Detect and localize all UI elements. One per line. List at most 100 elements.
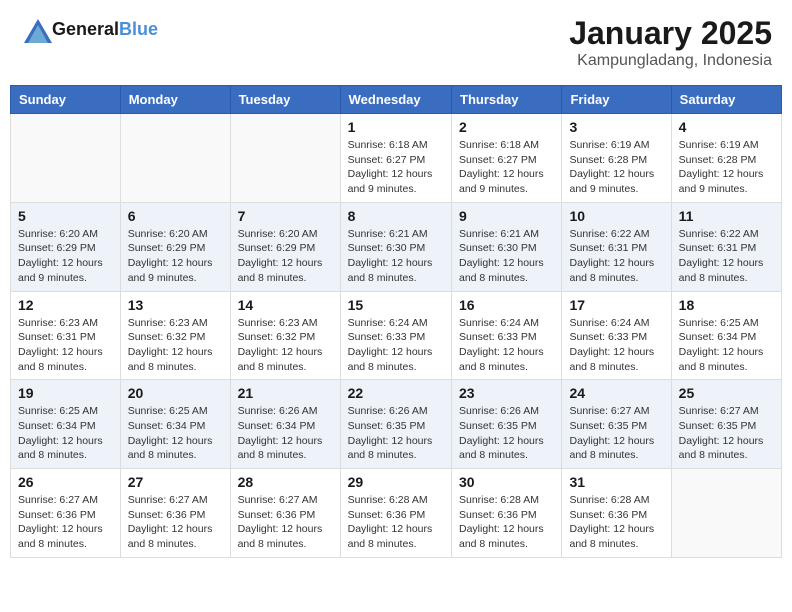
table-row: 15Sunrise: 6:24 AM Sunset: 6:33 PM Dayli… (340, 291, 451, 380)
day-detail: Sunrise: 6:27 AM Sunset: 6:35 PM Dayligh… (679, 404, 774, 463)
day-detail: Sunrise: 6:20 AM Sunset: 6:29 PM Dayligh… (238, 227, 333, 286)
day-detail: Sunrise: 6:20 AM Sunset: 6:29 PM Dayligh… (128, 227, 223, 286)
table-row: 13Sunrise: 6:23 AM Sunset: 6:32 PM Dayli… (120, 291, 230, 380)
header-sunday: Sunday (11, 86, 121, 114)
day-number: 28 (238, 474, 333, 490)
header-tuesday: Tuesday (230, 86, 340, 114)
day-detail: Sunrise: 6:22 AM Sunset: 6:31 PM Dayligh… (679, 227, 774, 286)
day-detail: Sunrise: 6:25 AM Sunset: 6:34 PM Dayligh… (18, 404, 113, 463)
logo: GeneralBlue (20, 15, 158, 45)
header-monday: Monday (120, 86, 230, 114)
table-row: 1 Sunrise: 6:18 AM Sunset: 6:27 PM Daylig… (340, 114, 451, 203)
day-number: 3 (569, 119, 663, 135)
table-row: 14 Sunrise: 6:23 AM Sunset: 6:32 PM Dayli… (230, 291, 340, 380)
day-detail: Sunrise: 6:19 AM Sunset: 6:28 PM Dayligh… (569, 138, 663, 197)
logo-text: GeneralBlue (52, 20, 158, 40)
day-number: 13 (128, 297, 223, 313)
table-row (120, 114, 230, 203)
table-row: 17 Sunrise: 6:24 AM Sunset: 6:33 PM Dayli… (562, 291, 671, 380)
day-number: 8 (348, 208, 444, 224)
title-block: January 2025 Kampungladang, Indonesia (569, 15, 772, 70)
day-number: 1 (348, 119, 444, 135)
table-row: 24 Sunrise: 6:27 AM Sunset: 6:35 PM Dayli… (562, 380, 671, 469)
table-row: 19 Sunrise: 6:25 AM Sunset: 6:34 PM Dayli… (11, 380, 121, 469)
table-row: 29 Sunrise: 6:28 AM Sunset: 6:36 PM Dayli… (340, 469, 451, 558)
day-number: 20 (128, 385, 223, 401)
page-header: GeneralBlue January 2025 Kampungladang, … (10, 10, 782, 75)
day-detail: Sunrise: 6:24 AM Sunset: 6:33 PM Dayligh… (459, 316, 554, 375)
header-friday: Friday (562, 86, 671, 114)
table-row: 7 Sunrise: 6:20 AM Sunset: 6:29 PM Daylig… (230, 202, 340, 291)
table-row: 3 Sunrise: 6:19 AM Sunset: 6:28 PM Daylig… (562, 114, 671, 203)
day-number: 25 (679, 385, 774, 401)
calendar-header-row: Sunday Monday Tuesday Wednesday Thursday… (11, 86, 782, 114)
day-number: 14 (238, 297, 333, 313)
day-detail: Sunrise: 6:27 AM Sunset: 6:35 PM Dayligh… (569, 404, 663, 463)
day-detail: Sunrise: 6:25 AM Sunset: 6:34 PM Dayligh… (679, 316, 774, 375)
day-detail: Sunrise: 6:28 AM Sunset: 6:36 PM Dayligh… (348, 493, 444, 552)
day-number: 27 (128, 474, 223, 490)
day-detail: Sunrise: 6:26 AM Sunset: 6:35 PM Dayligh… (348, 404, 444, 463)
month-title: January 2025 (569, 15, 772, 52)
day-number: 19 (18, 385, 113, 401)
table-row: 9 Sunrise: 6:21 AM Sunset: 6:30 PM Daylig… (452, 202, 562, 291)
day-detail: Sunrise: 6:23 AM Sunset: 6:32 PM Dayligh… (238, 316, 333, 375)
day-number: 16 (459, 297, 554, 313)
day-detail: Sunrise: 6:21 AM Sunset: 6:30 PM Dayligh… (459, 227, 554, 286)
table-row: 8 Sunrise: 6:21 AM Sunset: 6:30 PM Daylig… (340, 202, 451, 291)
header-wednesday: Wednesday (340, 86, 451, 114)
day-number: 29 (348, 474, 444, 490)
day-number: 7 (238, 208, 333, 224)
table-row: 25 Sunrise: 6:27 AM Sunset: 6:35 PM Dayli… (671, 380, 781, 469)
day-detail: Sunrise: 6:27 AM Sunset: 6:36 PM Dayligh… (128, 493, 223, 552)
table-row: 31 Sunrise: 6:28 AM Sunset: 6:36 PM Dayli… (562, 469, 671, 558)
day-number: 12 (18, 297, 113, 313)
calendar-table: Sunday Monday Tuesday Wednesday Thursday… (10, 85, 782, 558)
day-number: 5 (18, 208, 113, 224)
day-detail: Sunrise: 6:26 AM Sunset: 6:35 PM Dayligh… (459, 404, 554, 463)
table-row: 6Sunrise: 6:20 AM Sunset: 6:29 PM Daylig… (120, 202, 230, 291)
header-saturday: Saturday (671, 86, 781, 114)
day-number: 9 (459, 208, 554, 224)
day-detail: Sunrise: 6:24 AM Sunset: 6:33 PM Dayligh… (569, 316, 663, 375)
day-number: 17 (569, 297, 663, 313)
day-detail: Sunrise: 6:19 AM Sunset: 6:28 PM Dayligh… (679, 138, 774, 197)
day-detail: Sunrise: 6:28 AM Sunset: 6:36 PM Dayligh… (569, 493, 663, 552)
table-row: 11Sunrise: 6:22 AM Sunset: 6:31 PM Dayli… (671, 202, 781, 291)
table-row: 2Sunrise: 6:18 AM Sunset: 6:27 PM Daylig… (452, 114, 562, 203)
day-number: 26 (18, 474, 113, 490)
table-row (11, 114, 121, 203)
logo-icon (20, 15, 50, 45)
table-row: 27 Sunrise: 6:27 AM Sunset: 6:36 PM Dayli… (120, 469, 230, 558)
table-row: 20 Sunrise: 6:25 AM Sunset: 6:34 PM Dayli… (120, 380, 230, 469)
table-row (671, 469, 781, 558)
calendar-week-row: 19 Sunrise: 6:25 AM Sunset: 6:34 PM Dayli… (11, 380, 782, 469)
day-detail: Sunrise: 6:18 AM Sunset: 6:27 PM Dayligh… (348, 138, 444, 197)
table-row: 28 Sunrise: 6:27 AM Sunset: 6:36 PM Dayli… (230, 469, 340, 558)
day-number: 15 (348, 297, 444, 313)
table-row: 16 Sunrise: 6:24 AM Sunset: 6:33 PM Dayli… (452, 291, 562, 380)
calendar-week-row: 5 Sunrise: 6:20 AM Sunset: 6:29 PM Daylig… (11, 202, 782, 291)
table-row (230, 114, 340, 203)
day-detail: Sunrise: 6:26 AM Sunset: 6:34 PM Dayligh… (238, 404, 333, 463)
day-number: 21 (238, 385, 333, 401)
table-row: 26 Sunrise: 6:27 AM Sunset: 6:36 PM Dayli… (11, 469, 121, 558)
day-number: 22 (348, 385, 444, 401)
day-number: 31 (569, 474, 663, 490)
day-detail: Sunrise: 6:21 AM Sunset: 6:30 PM Dayligh… (348, 227, 444, 286)
day-detail: Sunrise: 6:28 AM Sunset: 6:36 PM Dayligh… (459, 493, 554, 552)
day-detail: Sunrise: 6:22 AM Sunset: 6:31 PM Dayligh… (569, 227, 663, 286)
day-detail: Sunrise: 6:23 AM Sunset: 6:31 PM Dayligh… (18, 316, 113, 375)
calendar-week-row: 26 Sunrise: 6:27 AM Sunset: 6:36 PM Dayli… (11, 469, 782, 558)
day-detail: Sunrise: 6:25 AM Sunset: 6:34 PM Dayligh… (128, 404, 223, 463)
table-row: 22 Sunrise: 6:26 AM Sunset: 6:35 PM Dayli… (340, 380, 451, 469)
header-thursday: Thursday (452, 86, 562, 114)
day-detail: Sunrise: 6:27 AM Sunset: 6:36 PM Dayligh… (238, 493, 333, 552)
day-number: 24 (569, 385, 663, 401)
day-number: 23 (459, 385, 554, 401)
day-number: 4 (679, 119, 774, 135)
day-detail: Sunrise: 6:18 AM Sunset: 6:27 PM Dayligh… (459, 138, 554, 197)
location: Kampungladang, Indonesia (569, 52, 772, 70)
day-detail: Sunrise: 6:27 AM Sunset: 6:36 PM Dayligh… (18, 493, 113, 552)
day-number: 30 (459, 474, 554, 490)
